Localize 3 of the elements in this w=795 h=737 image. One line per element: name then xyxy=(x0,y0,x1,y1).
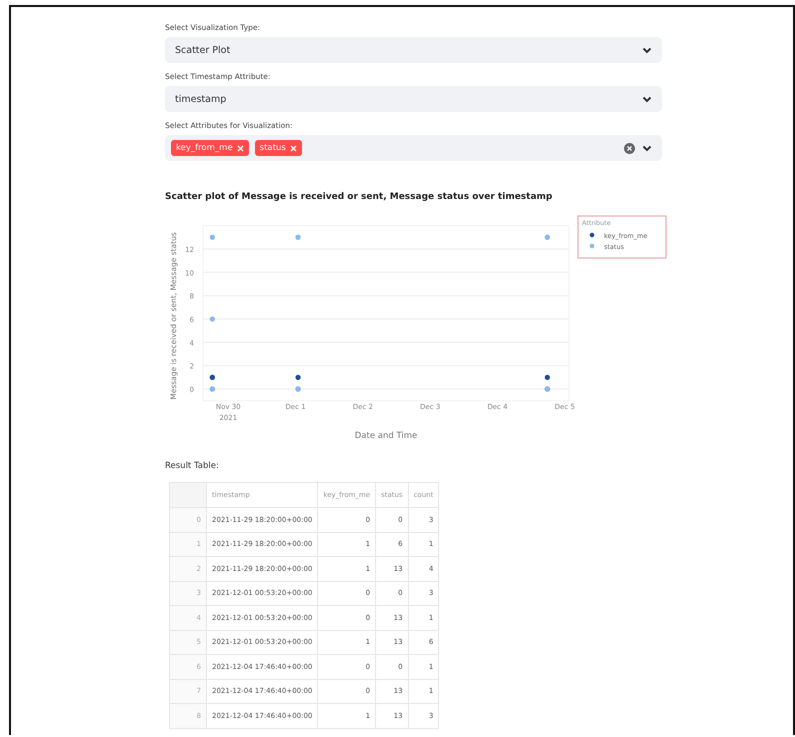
chart-title: Scatter plot of Message is received or sent, Message status over timestamp xyxy=(165,192,554,202)
table-title: Result Table: xyxy=(165,460,220,472)
x-axis-title: Date and Time xyxy=(354,431,418,441)
